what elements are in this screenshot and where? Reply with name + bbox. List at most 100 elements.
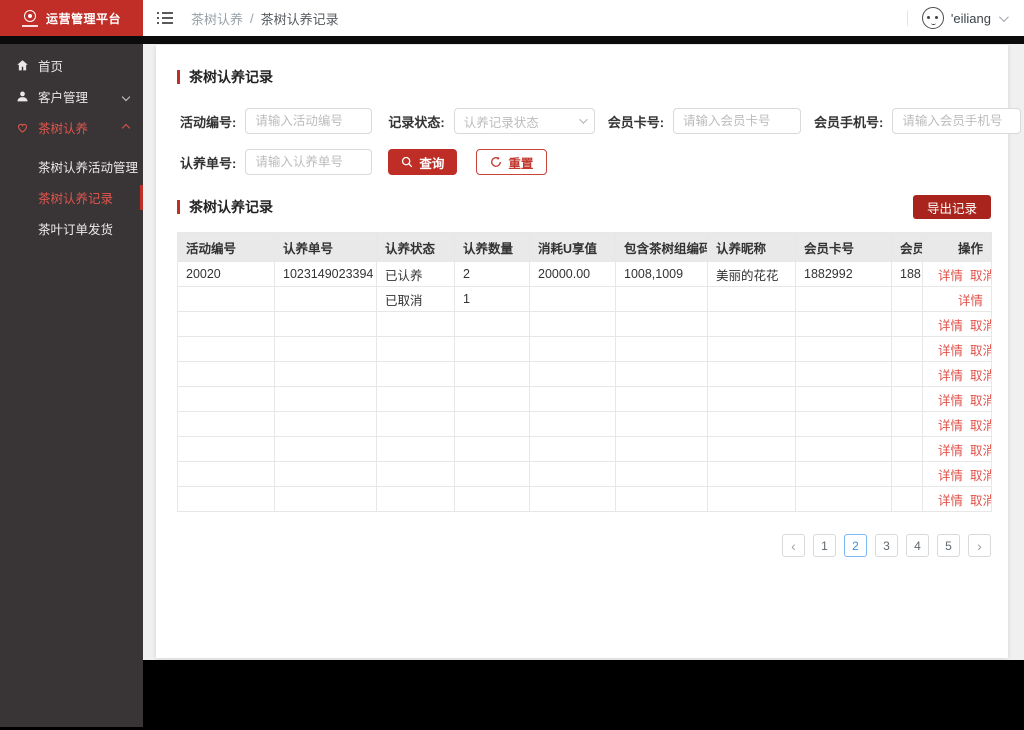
table-cell [454, 311, 530, 337]
cancel-link[interactable]: 取消 [970, 394, 990, 408]
detail-link[interactable]: 详情 [938, 419, 963, 433]
table-cell [454, 411, 530, 437]
sidebar-item-tea-adoption[interactable]: 茶树认养 [0, 112, 143, 143]
table-cell [795, 361, 892, 387]
column-header: 包含茶树组编码 [615, 232, 708, 262]
table-row: 详情取消 [177, 361, 992, 387]
action-cell: 详情取消 [922, 411, 992, 437]
detail-link[interactable]: 详情 [958, 294, 983, 308]
table-cell [274, 311, 377, 337]
pagination: ‹ 1 2 3 4 5 › [177, 534, 991, 557]
table-row: 20020 1023149023394 已认养 2 20000.00 1008,1009 美… [177, 261, 992, 287]
pagination-page-button[interactable]: 5 [937, 534, 960, 557]
cancel-link[interactable]: 取消 [970, 419, 990, 433]
table-cell: 1008,1009 [615, 261, 708, 287]
detail-link[interactable]: 详情 [938, 494, 963, 508]
column-header: 会员手机号 [891, 232, 923, 262]
pagination-next-button[interactable]: › [968, 534, 991, 557]
sidebar-item-adoption-activity-mgmt[interactable]: 茶树认养活动管理 [0, 151, 143, 182]
detail-link[interactable]: 详情 [938, 269, 963, 283]
column-header: 认养昵称 [707, 232, 796, 262]
table-cell [795, 311, 892, 337]
table-cell [707, 336, 796, 362]
filter-row-1: 活动编号: 记录状态: 认养记录状态 会员卡号: 会员手机号: [177, 108, 1022, 134]
heart-icon [15, 121, 29, 135]
column-header: 消耗U享值 [529, 232, 616, 262]
action-cell: 详情取消 [922, 336, 992, 362]
table-cell [177, 336, 275, 362]
pagination-page-button[interactable]: 4 [906, 534, 929, 557]
detail-link[interactable]: 详情 [938, 344, 963, 358]
table-body: 20020 1023149023394 已认养 2 20000.00 1008,1009 美… [177, 261, 992, 512]
user-area[interactable]: 'eiliang [906, 7, 1009, 29]
table-cell [707, 386, 796, 412]
home-icon [15, 59, 29, 73]
user-avatar[interactable] [921, 7, 944, 29]
table-cell [274, 411, 377, 437]
adopt-no-label: 认养单号: [180, 155, 237, 171]
table-cell: 20000.00 [529, 261, 616, 287]
table-cell [177, 311, 275, 337]
query-button[interactable]: 查询 [388, 149, 458, 175]
table-cell [615, 336, 708, 362]
main-area: 茶树认养记录 活动编号: 记录状态: 认养记录状态 会员卡号: 会员手机号: [143, 44, 1024, 660]
cancel-link[interactable]: 取消 [970, 344, 990, 358]
chevron-down-icon [121, 92, 131, 101]
action-cell: 详情取消 [922, 386, 992, 412]
activity-no-input[interactable] [245, 108, 373, 134]
cancel-link[interactable]: 取消 [970, 269, 990, 283]
breadcrumb-parent[interactable]: 茶树认养 [191, 9, 243, 28]
menu-toggle-icon[interactable] [157, 12, 173, 24]
breadcrumb: 茶树认养 / 茶树认养记录 [191, 9, 339, 28]
pagination-page-button[interactable]: 3 [875, 534, 898, 557]
table-cell: 1023149023394 [274, 261, 377, 287]
detail-link[interactable]: 详情 [938, 469, 963, 483]
sidebar-item-customer-mgmt[interactable]: 客户管理 [0, 81, 143, 112]
table-cell [615, 411, 708, 437]
table-cell [529, 386, 616, 412]
detail-link[interactable]: 详情 [938, 394, 963, 408]
brand-block: 运营管理平台 [0, 0, 143, 36]
action-cell: 详情 [922, 286, 992, 312]
pagination-prev-button[interactable]: ‹ [782, 534, 805, 557]
table-cell [707, 311, 796, 337]
detail-link[interactable]: 详情 [938, 319, 963, 333]
pagination-page-button[interactable]: 1 [813, 534, 836, 557]
member-phone-input[interactable] [892, 108, 1022, 134]
cancel-link[interactable]: 取消 [970, 494, 990, 508]
table-cell: 2 [454, 261, 530, 287]
reset-button[interactable]: 重置 [476, 149, 548, 175]
detail-link[interactable]: 详情 [938, 369, 963, 383]
member-card-label: 会员卡号: [607, 114, 665, 130]
cancel-link[interactable]: 取消 [970, 469, 990, 483]
title-accent-bar [177, 200, 180, 214]
member-card-input[interactable] [673, 108, 802, 134]
divider [906, 10, 908, 26]
sidebar-item-home[interactable]: 首页 [0, 50, 143, 81]
chevron-down-icon[interactable] [998, 11, 1009, 22]
table-cell [529, 336, 616, 362]
table-row: 详情取消 [177, 486, 992, 512]
record-status-select[interactable]: 认养记录状态 [453, 108, 595, 134]
cancel-link[interactable]: 取消 [970, 369, 990, 383]
table-cell: 美丽的花花 [707, 261, 796, 287]
cancel-link[interactable]: 取消 [970, 319, 990, 333]
detail-link[interactable]: 详情 [938, 444, 963, 458]
search-icon [402, 156, 413, 168]
table-cell [529, 286, 616, 312]
header-shadow [0, 36, 1024, 44]
column-header: 认养数量 [454, 232, 530, 262]
cancel-link[interactable]: 取消 [970, 444, 990, 458]
sidebar-item-adoption-records[interactable]: 茶树认养记录 [0, 182, 143, 213]
table-cell [376, 311, 455, 337]
adopt-no-input[interactable] [245, 149, 373, 175]
top-bar: 运营管理平台 茶树认养 / 茶树认养记录 'eiliang [0, 0, 1024, 36]
table-cell [529, 361, 616, 387]
table-cell: 188 [891, 261, 923, 287]
field-member-phone: 会员手机号: [814, 108, 1022, 134]
export-records-button[interactable]: 导出记录 [912, 195, 991, 219]
sidebar-item-tea-order-shipping[interactable]: 茶叶订单发货 [0, 213, 143, 244]
table-row: 详情取消 [177, 336, 992, 362]
pagination-page-button[interactable]: 2 [844, 534, 867, 557]
table-cell [177, 386, 275, 412]
